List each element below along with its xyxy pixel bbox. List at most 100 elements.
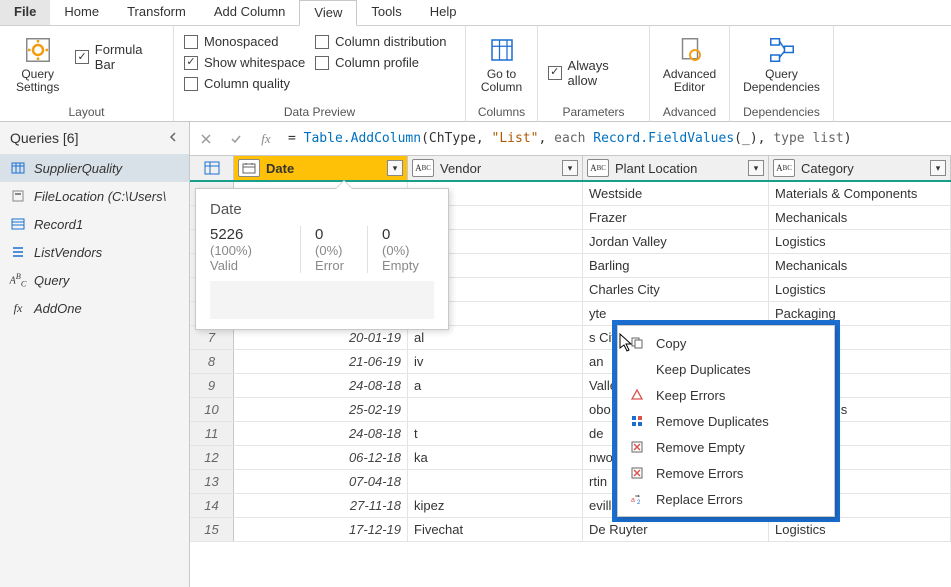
formula-accept-button[interactable] [224,127,248,151]
cell-date[interactable]: 24-08-18 [234,422,408,445]
query-dependencies-button[interactable]: Query Dependencies [737,32,826,103]
menu-transform[interactable]: Transform [113,0,200,25]
column-quality-label: Column quality [204,76,290,91]
formula-input[interactable]: = Table.AddColumn(ChType, "List", each R… [284,129,947,148]
column-filter-dropdown[interactable]: ▾ [562,160,578,176]
sidebar-item[interactable]: FileLocation (C:\Users\ [0,182,189,210]
formula-bar-checkbox[interactable]: Formula Bar [75,42,163,72]
sidebar-item-label: Query [34,273,69,288]
ctx-keep-errors[interactable]: Keep Errors [618,382,834,408]
valid-label: Valid [210,258,286,273]
menu-add-column[interactable]: Add Column [200,0,300,25]
remove-errors-icon [628,465,646,481]
cell-category[interactable]: Materials & Components [769,182,951,205]
cell-date[interactable]: 25-02-19 [234,398,408,421]
cell-vendor[interactable]: iv [408,350,583,373]
row-number: 11 [190,422,234,445]
ctx-keep-duplicates[interactable]: Keep Duplicates [618,356,834,382]
column-plant-label: Plant Location [615,161,697,176]
cell-plant[interactable]: Charles City [583,278,769,301]
cell-date[interactable]: 17-12-19 [234,518,408,541]
show-whitespace-checkbox[interactable]: Show whitespace [184,55,305,70]
checkbox-checked-icon [548,66,562,80]
cell-vendor[interactable] [408,398,583,421]
sidebar-item[interactable]: ABCQuery [0,266,189,294]
menu-file[interactable]: File [0,0,50,25]
column-vendor-label: Vendor [440,161,481,176]
cell-vendor[interactable]: kipez [408,494,583,517]
cell-date[interactable]: 21-06-19 [234,350,408,373]
ctx-remove-errors-label: Remove Errors [656,466,743,481]
menu-tools[interactable]: Tools [357,0,415,25]
cell-category[interactable]: Logistics [769,230,951,253]
columns-icon [486,34,518,66]
cell-category[interactable]: Logistics [769,278,951,301]
group-label-columns: Columns [476,103,527,119]
monospaced-checkbox[interactable]: Monospaced [184,34,305,49]
always-allow-checkbox[interactable]: Always allow [548,42,639,103]
cell-vendor[interactable]: ka [408,446,583,469]
cell-date[interactable]: 06-12-18 [234,446,408,469]
query-settings-button[interactable]: Query Settings [10,32,65,103]
empty-count: 0 [382,226,390,243]
row-number: 13 [190,470,234,493]
ctx-remove-errors[interactable]: Remove Errors [618,460,834,486]
queries-header[interactable]: Queries [6] [0,122,189,154]
sidebar-item[interactable]: ListVendors [0,238,189,266]
column-header-category[interactable]: ABC Category ▾ [769,156,951,180]
cell-plant[interactable]: Westside [583,182,769,205]
ctx-copy-label: Copy [656,336,686,351]
sidebar-item-label: FileLocation (C:\Users\ [34,189,166,204]
menu-help[interactable]: Help [416,0,471,25]
column-header-vendor[interactable]: ABC Vendor ▾ [408,156,583,180]
cell-vendor[interactable] [408,470,583,493]
query-type-icon [10,216,26,232]
ctx-remove-duplicates[interactable]: Remove Duplicates [618,408,834,434]
valid-count: 5226 [210,226,243,243]
go-to-column-button[interactable]: Go to Column [475,32,528,103]
formula-cancel-button[interactable] [194,127,218,151]
cell-date[interactable]: 27-11-18 [234,494,408,517]
cell-plant[interactable]: Barling [583,254,769,277]
column-filter-dropdown[interactable]: ▾ [930,160,946,176]
column-header-plant[interactable]: ABC Plant Location ▾ [583,156,769,180]
row-number: 15 [190,518,234,541]
query-type-icon [10,244,26,260]
group-label-layout: Layout [10,103,163,119]
cell-category[interactable]: Mechanicals [769,254,951,277]
menu-view[interactable]: View [299,0,357,26]
row-number-header[interactable] [190,156,234,180]
query-settings-label: Query Settings [16,68,59,94]
menu-home[interactable]: Home [50,0,113,25]
sidebar-item[interactable]: Record1 [0,210,189,238]
date-type-icon [238,159,260,177]
cell-vendor[interactable]: Fivechat [408,518,583,541]
ctx-keep-duplicates-label: Keep Duplicates [656,362,751,377]
column-distribution-checkbox[interactable]: Column distribution [315,34,446,49]
cell-date[interactable]: 07-04-18 [234,470,408,493]
cell-date[interactable]: 24-08-18 [234,374,408,397]
ctx-copy[interactable]: Copy [618,330,834,356]
queries-panel: Queries [6] SupplierQuality FileLocation … [0,122,190,587]
cell-plant[interactable]: Jordan Valley [583,230,769,253]
column-filter-dropdown[interactable]: ▾ [387,160,403,176]
ctx-replace-errors[interactable]: a2Replace Errors [618,486,834,512]
cell-vendor[interactable]: t [408,422,583,445]
sidebar-item[interactable]: fxAddOne [0,294,189,322]
column-quality-checkbox[interactable]: Column quality [184,76,305,91]
cell-category[interactable]: Mechanicals [769,206,951,229]
query-type-icon [10,160,26,176]
chevron-left-icon[interactable] [167,131,181,145]
cell-vendor[interactable]: a [408,374,583,397]
column-filter-dropdown[interactable]: ▾ [748,160,764,176]
remove-duplicates-icon [628,413,646,429]
ctx-remove-empty[interactable]: Remove Empty [618,434,834,460]
fx-icon[interactable]: fx [254,127,278,151]
advanced-editor-button[interactable]: Advanced Editor [657,32,722,103]
remove-empty-icon [628,439,646,455]
sidebar-item-label: Record1 [34,217,83,232]
cell-plant[interactable]: Frazer [583,206,769,229]
column-header-date[interactable]: Date ▾ [234,156,408,180]
column-profile-checkbox[interactable]: Column profile [315,55,446,70]
sidebar-item[interactable]: SupplierQuality [0,154,189,182]
